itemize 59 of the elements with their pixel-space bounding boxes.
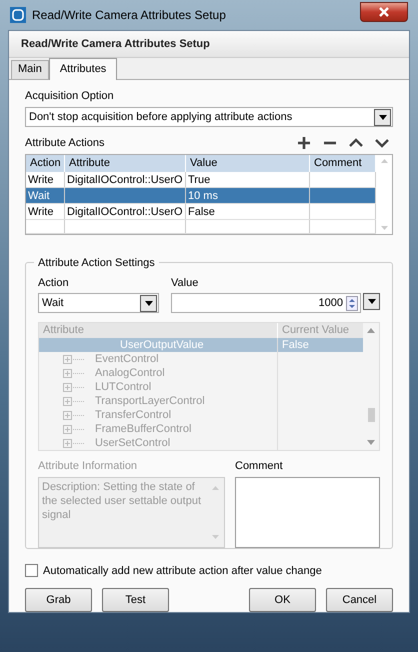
add-icon[interactable]	[297, 136, 311, 150]
close-icon	[379, 7, 389, 17]
tree-item-value: False	[282, 339, 309, 351]
table-cell: Wait	[28, 190, 50, 202]
dialog-button[interactable]: OK	[249, 588, 316, 612]
app-icon	[10, 7, 26, 23]
dropdown-button[interactable]	[140, 294, 157, 312]
dialog-button[interactable]: Cancel	[326, 588, 393, 612]
acquisition-dropdown[interactable]: Don't stop acquisition before applying attribute actions	[25, 107, 393, 127]
tree-item-label: FrameBufferControl	[95, 422, 192, 436]
table-cell: DigitalIOControl::UserO	[67, 206, 183, 218]
checkbox-label: Automatically add new attribute action after value change	[43, 564, 322, 578]
table-cell: DigitalIOControl::UserO	[67, 174, 183, 186]
field-label: Comment	[235, 459, 284, 474]
table-cell: Write	[28, 174, 54, 186]
dropdown-button[interactable]	[363, 293, 380, 310]
tree-item-label: TransportLayerControl	[95, 394, 205, 408]
checkbox[interactable]	[25, 564, 38, 578]
field-label: Action	[38, 276, 70, 290]
dialog-button[interactable]: Test	[102, 588, 169, 612]
tree-item-label: TransferControl	[95, 408, 172, 422]
table-cell: 10 ms	[188, 190, 218, 202]
scroll-down-icon[interactable]	[380, 226, 388, 230]
comment-field[interactable]	[235, 476, 380, 548]
table-cell: True	[188, 174, 210, 186]
table-cell: False	[188, 206, 215, 218]
column-header[interactable]: Action	[26, 154, 65, 172]
table-row[interactable]: Wait 10 ms	[26, 188, 376, 204]
column-header: Current Value	[281, 323, 350, 338]
close-button[interactable]	[360, 2, 408, 22]
action-dropdown[interactable]: Wait	[38, 293, 159, 313]
field-label: Acquisition Option	[25, 88, 115, 104]
field-label: Value	[171, 276, 200, 290]
section-label: Attribute Actions	[25, 136, 104, 151]
column-header[interactable]: Attribute	[65, 154, 186, 172]
dialog-header: Read/Write Camera Attributes Setup	[9, 31, 409, 58]
tree-item-label: EventControl	[95, 352, 159, 366]
tab[interactable]: Attributes	[48, 58, 118, 80]
field-label: Attribute Information	[38, 459, 138, 474]
column-header[interactable]: Comment	[310, 154, 376, 172]
window-title: Read/Write Camera Attributes Setup	[32, 7, 227, 24]
description-text: Description: Setting the state of the selected user settable output signal	[42, 480, 202, 522]
column-header[interactable]: Value	[186, 154, 310, 172]
table-cell: Write	[28, 206, 54, 218]
tree-item-label: UserOutputValue	[120, 338, 204, 352]
table-row[interactable]: Write DigitalIOControl::UserO False	[26, 204, 376, 220]
caret-icon	[378, 114, 386, 120]
caret-icon	[368, 299, 376, 304]
tree-item-label: AnalogControl	[95, 366, 165, 380]
tree-item-label: LUTControl	[95, 380, 152, 394]
caret-icon	[144, 300, 152, 306]
tab[interactable]: Main	[11, 60, 49, 78]
dialog-button[interactable]: Grab	[25, 588, 92, 612]
tree-item-label: UserSetControl	[95, 436, 170, 450]
move-up-icon[interactable]	[349, 136, 363, 150]
spinner-icon[interactable]	[346, 296, 358, 310]
value-spinbox[interactable]: 1000	[171, 293, 361, 313]
dropdown-button[interactable]	[374, 108, 391, 126]
scroll-up-icon[interactable]	[380, 158, 388, 162]
